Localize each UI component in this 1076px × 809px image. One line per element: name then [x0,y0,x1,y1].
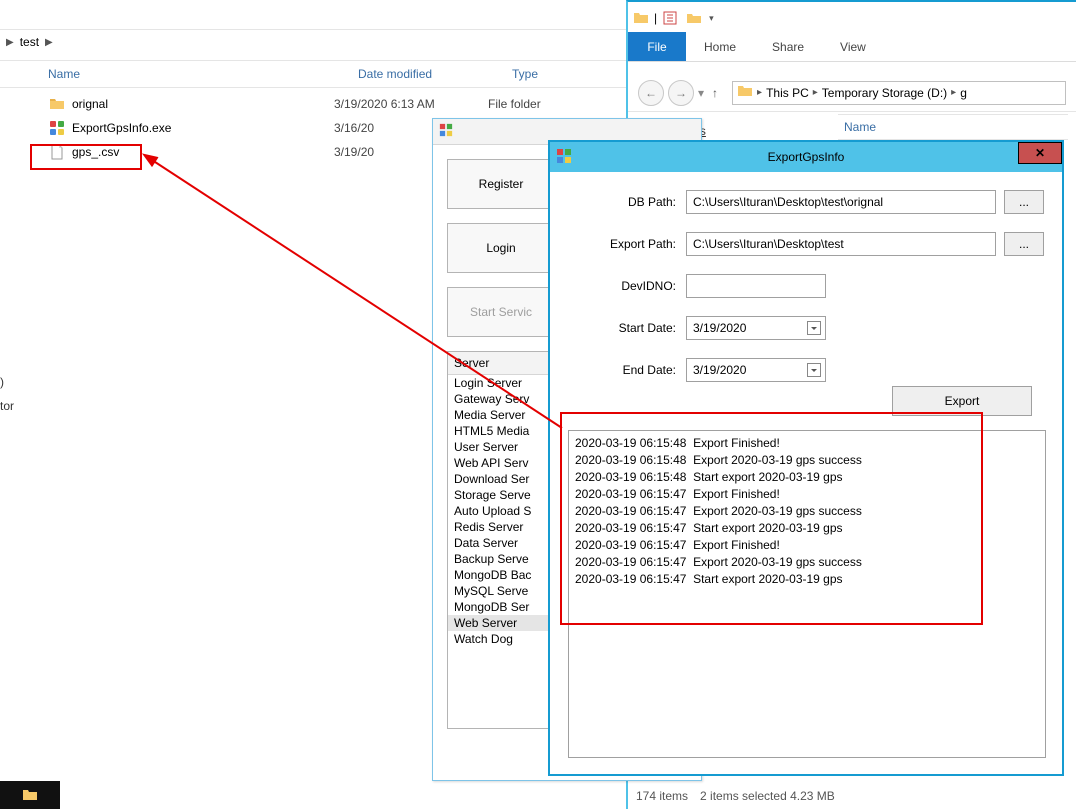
db-path-input[interactable] [686,190,996,214]
chevron-right-icon: ▶ [45,37,53,48]
taskbar-item[interactable] [0,781,60,809]
db-path-label: DB Path: [584,195,676,209]
file-type: File folder [488,97,541,111]
list-header[interactable]: Name [838,114,1068,140]
list-item[interactable]: User Server [448,439,554,455]
tab-share[interactable]: Share [754,32,822,61]
up-button[interactable]: ↑ [712,86,718,100]
export-gps-window: ExportGpsInfo ✕ DB Path: ... Export Path… [548,140,1064,776]
breadcrumb[interactable]: ▶ test ▶ [6,31,53,53]
export-path-input[interactable] [686,232,996,256]
file-row-orignal[interactable]: orignal 3/19/2020 6:13 AM File folder [0,92,626,116]
quick-access-toolbar: | ▾ [630,6,714,30]
end-date-picker[interactable]: 3/19/2020 [686,358,826,382]
list-item[interactable]: Web Server [448,615,554,631]
start-service-button[interactable]: Start Servic [447,287,555,337]
col-type[interactable]: Type [512,67,612,81]
calendar-icon[interactable] [807,363,821,377]
list-item[interactable]: Auto Upload S [448,503,554,519]
address-part[interactable]: This PC [766,86,809,100]
col-date[interactable]: Date modified [358,67,512,81]
folder-open-icon[interactable] [683,7,705,29]
list-item[interactable]: Gateway Serv [448,391,554,407]
login-button[interactable]: Login [447,223,555,273]
explorer-toolbar [0,0,626,30]
divider: | [654,11,657,25]
export-path-label: Export Path: [584,237,676,251]
status-items: 174 items [636,789,688,803]
file-name: orignal [72,97,108,111]
list-item[interactable]: Storage Serve [448,487,554,503]
folder-icon[interactable] [630,7,652,29]
breadcrumb-item[interactable]: test [20,35,39,49]
tab-view[interactable]: View [822,32,884,61]
status-bar: 174 items 2 items selected 4.23 MB [636,789,835,803]
file-icon [48,143,66,161]
properties-icon[interactable] [659,7,681,29]
server-list-header: Server [448,352,554,375]
list-item[interactable]: Web API Serv [448,455,554,471]
file-name: gps_.csv [72,145,119,159]
register-button[interactable]: Register [447,159,555,209]
list-item[interactable]: Data Server [448,535,554,551]
sidebar-clipped-text: ) tor [0,370,14,418]
server-list[interactable]: Server Login Server Gateway Serv Media S… [447,351,555,729]
list-item[interactable]: Login Server [448,375,554,391]
forward-button[interactable]: → [668,80,694,106]
calendar-icon[interactable] [807,321,821,335]
list-header[interactable]: Name Date modified Type [0,60,626,88]
chevron-right-icon: ▶ [6,37,14,48]
end-date-label: End Date: [584,363,676,377]
list-item[interactable]: Redis Server [448,519,554,535]
list-item[interactable]: Backup Serve [448,551,554,567]
list-item[interactable]: MongoDB Ser [448,599,554,615]
start-date-picker[interactable]: 3/19/2020 [686,316,826,340]
back-button[interactable]: ← [638,80,664,106]
devidno-input[interactable] [686,274,826,298]
file-name: ExportGpsInfo.exe [72,121,171,135]
export-button[interactable]: Export [892,386,1032,416]
window-titlebar[interactable]: ExportGpsInfo ✕ [550,142,1062,172]
list-item[interactable]: MySQL Serve [448,583,554,599]
browse-db-button[interactable]: ... [1004,190,1044,214]
app-icon [439,123,453,140]
list-item[interactable]: HTML5 Media [448,423,554,439]
nav-row: ← → ▾ ↑ ▸ This PC ▸ Temporary Storage (D… [628,74,1076,112]
start-date-label: Start Date: [584,321,676,335]
folder-icon [48,95,66,113]
address-part[interactable]: g [960,86,967,100]
tab-file[interactable]: File [628,32,686,61]
window-title: ExportGpsInfo [768,150,845,164]
chevron-down-icon[interactable]: ▾ [698,86,704,100]
address-part[interactable]: Temporary Storage (D:) [822,86,947,100]
col-name[interactable]: Name [844,120,876,134]
tab-home[interactable]: Home [686,32,754,61]
chevron-right-icon: ▸ [757,87,762,98]
col-name[interactable]: Name [48,67,358,81]
drive-icon [737,83,753,102]
chevron-right-icon: ▸ [813,87,818,98]
browse-export-button[interactable]: ... [1004,232,1044,256]
close-button[interactable]: ✕ [1018,142,1062,164]
list-item[interactable]: Watch Dog [448,631,554,647]
log-output[interactable]: 2020-03-19 06:15:48 Export Finished! 202… [568,430,1046,758]
chevron-down-icon[interactable]: ▾ [709,13,714,24]
devidno-label: DevIDNO: [584,279,676,293]
chevron-right-icon: ▸ [951,87,956,98]
app-icon [556,148,572,167]
list-item[interactable]: Media Server [448,407,554,423]
ribbon-tabs: File Home Share View [628,32,1076,62]
list-item[interactable]: Download Ser [448,471,554,487]
file-date: 3/19/2020 6:13 AM [334,97,488,111]
address-bar[interactable]: ▸ This PC ▸ Temporary Storage (D:) ▸ g [732,81,1066,105]
list-item[interactable]: MongoDB Bac [448,567,554,583]
exe-icon [48,119,66,137]
status-selected: 2 items selected 4.23 MB [700,789,835,803]
